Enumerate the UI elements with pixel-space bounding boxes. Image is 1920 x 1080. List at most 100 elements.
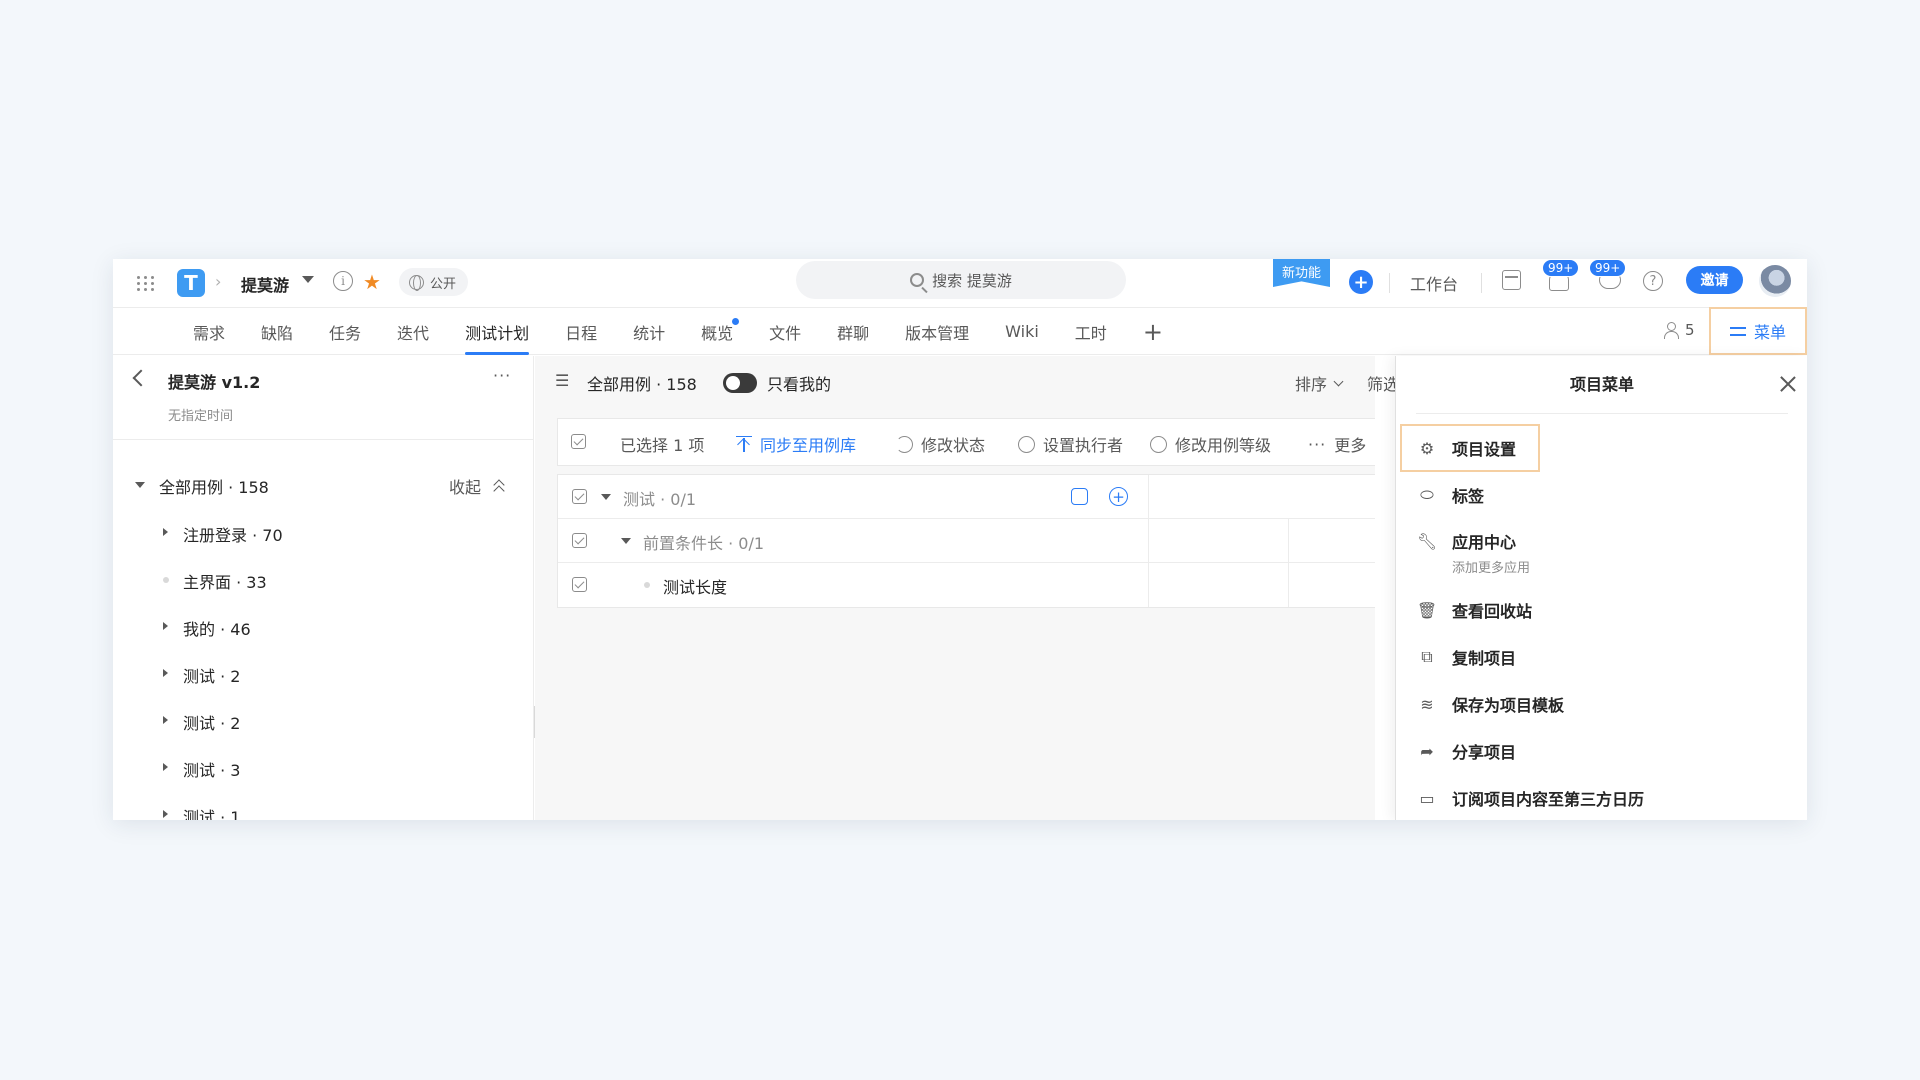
loop-icon[interactable] <box>1071 488 1088 505</box>
search-icon <box>910 273 925 287</box>
menu-item-subscribe-calendar[interactable]: ▭ 订阅项目内容至第三方日历 <box>1418 783 1644 813</box>
tree-item[interactable]: 注册登录 · 70 <box>113 517 534 547</box>
workbench-link[interactable]: 工作台 <box>1410 271 1458 295</box>
collapse-all-button[interactable]: 收起 <box>449 474 505 498</box>
row-checkbox[interactable] <box>572 533 587 548</box>
person-icon <box>1663 322 1679 339</box>
tab-tasks[interactable]: 任务 <box>311 308 379 355</box>
sort-label: 排序 <box>1295 375 1328 394</box>
menu-item-share-project[interactable]: ➦ 分享项目 <box>1418 736 1516 766</box>
table-row[interactable]: 前置条件长 · 0/1 <box>558 519 1375 563</box>
row-checkbox[interactable] <box>572 577 587 592</box>
case-count-title: 全部用例 · 158 <box>587 375 697 394</box>
bullet-dot <box>644 582 650 588</box>
caret-right-icon[interactable] <box>163 528 168 536</box>
search-input[interactable]: 搜索 提莫游 <box>796 261 1126 299</box>
caret-down-icon[interactable] <box>601 494 611 500</box>
tree-root-all-cases[interactable]: 全部用例 · 158 收起 <box>113 470 534 500</box>
column-divider <box>1288 563 1289 607</box>
tab-overview-label: 概览 <box>701 323 734 343</box>
tag-icon: ⬭ <box>1420 485 1434 504</box>
menu-item-copy-project[interactable]: ⧉ 复制项目 <box>1418 642 1516 672</box>
add-tab-button[interactable]: + <box>1125 308 1181 355</box>
tab-schedule[interactable]: 日程 <box>547 308 615 355</box>
notification-badge: 99+ <box>1542 259 1580 277</box>
divider <box>1481 273 1482 293</box>
app-grid-icon[interactable] <box>137 269 161 297</box>
tree-item[interactable]: 测试 · 1 <box>113 799 534 820</box>
top-bar: T › 提莫游 i ★ 公开 搜索 提莫游 新功能 + 工作台 99+ 99+ … <box>113 259 1807 308</box>
change-level-button[interactable]: 修改用例等级 <box>1150 432 1271 456</box>
close-icon[interactable] <box>1780 376 1796 392</box>
help-icon[interactable]: ? <box>1643 271 1663 291</box>
caret-right-icon[interactable] <box>163 622 168 630</box>
more-actions-button[interactable]: ··· 更多 <box>1308 432 1366 456</box>
batch-action-bar: 已选择 1 项 同步至用例库 修改状态 设置执行者 修改用例等级 ··· 更多 <box>557 418 1375 466</box>
info-icon[interactable]: i <box>333 271 353 291</box>
tree-item[interactable]: 测试 · 2 <box>113 705 534 735</box>
tab-files[interactable]: 文件 <box>751 308 819 355</box>
tab-iterations[interactable]: 迭代 <box>379 308 447 355</box>
menu-item-tags[interactable]: ⬭ 标签 <box>1418 480 1484 510</box>
tree-item[interactable]: 测试 · 2 <box>113 658 534 688</box>
caret-right-icon[interactable] <box>163 763 168 771</box>
tab-statistics[interactable]: 统计 <box>615 308 683 355</box>
tab-defects[interactable]: 缺陷 <box>243 308 311 355</box>
back-arrow-icon[interactable] <box>132 369 150 387</box>
tab-requirements[interactable]: 需求 <box>175 308 243 355</box>
menu-item-label: 标签 <box>1452 487 1485 506</box>
tree-item-label: 测试 · 2 <box>183 714 241 733</box>
new-feature-ribbon[interactable]: 新功能 <box>1273 259 1330 287</box>
tree-item[interactable]: 主界面 · 33 <box>113 564 534 594</box>
menu-button[interactable]: 菜单 <box>1709 307 1807 355</box>
member-count[interactable]: 5 <box>1663 321 1695 339</box>
add-case-icon[interactable]: + <box>1109 487 1128 506</box>
caret-right-icon[interactable] <box>163 716 168 724</box>
caret-right-icon[interactable] <box>163 669 168 677</box>
member-count-value: 5 <box>1685 321 1695 339</box>
only-mine-toggle[interactable] <box>723 373 757 393</box>
sort-dropdown[interactable]: 排序 <box>1295 371 1344 395</box>
sync-to-library-button[interactable]: 同步至用例库 <box>736 432 856 456</box>
visibility-label: 公开 <box>430 276 457 292</box>
table-row[interactable]: 测试 · 0/1 + <box>558 475 1375 519</box>
only-mine-label: 只看我的 <box>767 375 832 394</box>
tab-overview[interactable]: 概览 <box>683 308 751 355</box>
caret-down-icon[interactable] <box>302 276 314 283</box>
project-name[interactable]: 提莫游 <box>241 272 289 296</box>
calendar-icon[interactable] <box>1502 270 1521 290</box>
app-logo[interactable]: T <box>177 269 205 297</box>
menu-item-label: 保存为项目模板 <box>1452 696 1565 715</box>
select-all-checkbox[interactable] <box>571 434 586 449</box>
tree-item[interactable]: 测试 · 3 <box>113 752 534 782</box>
caret-down-icon[interactable] <box>621 538 631 544</box>
caret-down-icon[interactable] <box>135 482 145 488</box>
toggle-sidebar-icon[interactable] <box>555 371 573 390</box>
create-plus-button[interactable]: + <box>1349 270 1373 294</box>
star-icon[interactable]: ★ <box>363 270 381 294</box>
tab-version-management[interactable]: 版本管理 <box>887 308 987 355</box>
tab-wiki[interactable]: Wiki <box>987 308 1057 355</box>
more-options-icon[interactable]: ··· <box>493 366 511 385</box>
menu-item-save-template[interactable]: ≋ 保存为项目模板 <box>1418 689 1564 719</box>
menu-item-app-center[interactable]: 🔧︎ 应用中心 <box>1417 526 1516 556</box>
tab-test-plan[interactable]: 测试计划 <box>447 308 547 355</box>
change-status-button[interactable]: 修改状态 <box>896 432 985 456</box>
table-row[interactable]: 测试长度 <box>558 563 1375 607</box>
menu-item-sublabel: 添加更多应用 <box>1452 561 1531 576</box>
divider <box>1389 273 1390 293</box>
row-checkbox[interactable] <box>572 489 587 504</box>
avatar[interactable] <box>1759 265 1791 297</box>
tree-item[interactable]: 我的 · 46 <box>113 611 534 641</box>
caret-right-icon[interactable] <box>163 810 168 818</box>
sliders-icon <box>1729 324 1746 338</box>
menu-item-label: 复制项目 <box>1452 649 1517 668</box>
menu-item-recycle-bin[interactable]: 🗑︎ 查看回收站 <box>1417 595 1532 625</box>
set-executor-button[interactable]: 设置执行者 <box>1018 432 1123 456</box>
tab-group-chat[interactable]: 群聊 <box>819 308 887 355</box>
visibility-chip[interactable]: 公开 <box>399 268 469 296</box>
menu-item-project-settings[interactable]: ⚙ 项目设置 <box>1418 433 1516 463</box>
invite-button[interactable]: 邀请 <box>1686 266 1743 294</box>
tree-root-label: 全部用例 · 158 <box>159 478 269 497</box>
tab-work-hours[interactable]: 工时 <box>1057 308 1125 355</box>
